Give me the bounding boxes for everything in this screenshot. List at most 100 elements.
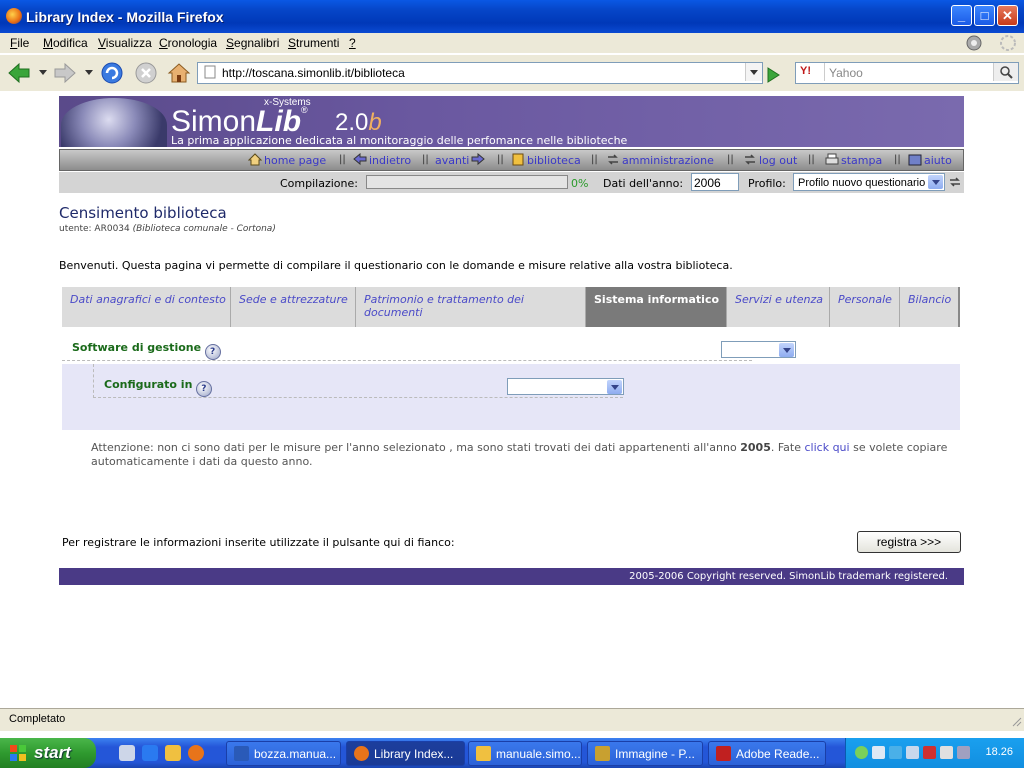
year-input[interactable]: 2006 xyxy=(691,173,739,191)
link-biblioteca[interactable]: biblioteca xyxy=(511,153,581,167)
link-aiuto[interactable]: aiuto xyxy=(908,153,952,167)
book-icon xyxy=(512,153,524,166)
back-history-dropdown-icon[interactable] xyxy=(39,70,47,76)
search-button[interactable] xyxy=(993,63,1018,81)
forward-history-dropdown-icon[interactable] xyxy=(85,70,93,76)
link-home-page[interactable]: home page xyxy=(248,153,326,167)
logout-arrows-icon xyxy=(745,154,755,165)
adobe-reader-icon xyxy=(716,746,731,761)
start-button[interactable]: start xyxy=(0,738,96,768)
copy-data-link[interactable]: click qui xyxy=(805,441,850,454)
go-arrow-icon[interactable] xyxy=(763,66,783,84)
menu-cronologia[interactable]: Cronologia xyxy=(159,36,217,50)
tab-servizi-utenza[interactable]: Servizi e utenza xyxy=(727,287,830,327)
globe-logo-icon xyxy=(61,98,167,147)
back-arrow-icon xyxy=(353,153,367,166)
firefox-icon xyxy=(354,746,369,761)
search-engine-selector[interactable]: Y! xyxy=(796,63,825,81)
search-placeholder: Yahoo xyxy=(829,66,863,80)
task-bozza[interactable]: bozza.manua... xyxy=(226,741,341,766)
menu-segnalibri[interactable]: Segnalibri xyxy=(226,36,279,50)
software-select[interactable] xyxy=(721,341,796,358)
chevron-down-icon xyxy=(779,343,794,357)
register-button[interactable]: registra >>> xyxy=(857,531,961,553)
site-navigation: home page || indietro || avanti || bibli… xyxy=(59,149,964,171)
menu-file[interactable]: File xyxy=(10,36,29,50)
start-label: start xyxy=(34,743,71,762)
reload-icon[interactable] xyxy=(99,61,125,85)
home-icon[interactable] xyxy=(166,61,192,85)
messenger-icon[interactable] xyxy=(855,746,868,759)
help-icon[interactable]: ? xyxy=(204,344,221,360)
maximize-button[interactable]: □ xyxy=(974,5,995,26)
banner-subtitle: La prima applicazione dedicata al monito… xyxy=(171,134,628,147)
home-icon xyxy=(248,153,262,166)
nav-separator: || xyxy=(339,154,346,165)
link-log-out[interactable]: log out xyxy=(743,153,797,167)
compilation-percent: 0% xyxy=(571,177,589,190)
quicklaunch-firefox-icon[interactable] xyxy=(188,745,204,761)
tab-sede-attrezzature[interactable]: Sede e attrezzature xyxy=(231,287,356,327)
configurato-label-wrap: Configurato in ? xyxy=(104,378,212,397)
task-library-index[interactable]: Library Index... xyxy=(346,741,465,766)
question-software: Software di gestione ? xyxy=(62,335,960,361)
address-bar[interactable]: http://toscana.simonlib.it/biblioteca xyxy=(197,62,763,84)
menu-visualizza[interactable]: Visualizza xyxy=(98,36,152,50)
link-stampa[interactable]: stampa xyxy=(825,153,882,167)
copyright-footer: 2005-2006 Copyright reserved. SimonLib t… xyxy=(59,568,964,585)
printer-icon xyxy=(825,153,839,165)
nav-separator: || xyxy=(497,154,504,165)
back-arrow-icon[interactable] xyxy=(6,61,32,85)
theme-icon[interactable] xyxy=(966,35,982,51)
navigation-toolbar: http://toscana.simonlib.it/biblioteca Y!… xyxy=(0,54,1024,92)
system-tray: 18.26 xyxy=(845,738,1024,768)
antivirus-icon[interactable] xyxy=(940,746,953,759)
forward-arrow-icon xyxy=(471,153,486,166)
link-avanti[interactable]: avanti xyxy=(435,153,487,167)
network-connection-icon[interactable] xyxy=(906,746,919,759)
forward-arrow-icon[interactable] xyxy=(52,61,78,85)
refresh-profile-icon[interactable] xyxy=(948,175,962,189)
status-bar: Completato xyxy=(0,708,1024,731)
help-icon[interactable]: ? xyxy=(195,381,212,397)
security-shield-icon[interactable] xyxy=(923,746,936,759)
link-amministrazione[interactable]: amministrazione xyxy=(606,153,714,167)
menu-strumenti[interactable]: Strumenti xyxy=(288,36,339,50)
network-icon[interactable] xyxy=(872,746,885,759)
volume-icon[interactable] xyxy=(957,746,970,759)
task-adobe-reader[interactable]: Adobe Reade... xyxy=(708,741,826,766)
quicklaunch-media-icon[interactable] xyxy=(165,745,181,761)
task-manuale[interactable]: manuale.simo... xyxy=(468,741,582,766)
link-indietro[interactable]: indietro xyxy=(353,153,411,167)
close-button[interactable]: ✕ xyxy=(997,5,1018,26)
tab-sistema-informatico[interactable]: Sistema informatico xyxy=(586,287,727,327)
windows-flag-icon xyxy=(10,745,26,761)
tab-personale[interactable]: Personale xyxy=(830,287,900,327)
bluetooth-icon[interactable] xyxy=(889,746,902,759)
sub-question-panel: Configurato in ? xyxy=(62,364,960,430)
address-dropdown-button[interactable] xyxy=(745,63,762,81)
nav-separator: || xyxy=(422,154,429,165)
profile-value: Profilo nuovo questionario xyxy=(798,177,926,189)
yahoo-icon: Y! xyxy=(800,65,811,77)
configurato-select[interactable] xyxy=(507,378,624,395)
page-content: x-Systems SimonLib® 2.0b La prima applic… xyxy=(0,91,1024,708)
menu-modifica[interactable]: Modifica xyxy=(43,36,88,50)
resize-grip-icon[interactable] xyxy=(1010,715,1022,727)
tab-dati-anagrafici[interactable]: Dati anagrafici e di contesto xyxy=(62,287,231,327)
address-text[interactable]: http://toscana.simonlib.it/biblioteca xyxy=(222,66,405,80)
quicklaunch-desktop-icon[interactable] xyxy=(119,745,135,761)
menu-help[interactable]: ? xyxy=(349,36,356,50)
task-immagine[interactable]: Immagine - P... xyxy=(587,741,703,766)
profile-select[interactable]: Profilo nuovo questionario xyxy=(793,173,945,191)
tab-bilancio[interactable]: Bilancio xyxy=(900,287,960,327)
admin-arrows-icon xyxy=(608,154,618,165)
quicklaunch-ie-icon[interactable] xyxy=(142,745,158,761)
tab-patrimonio[interactable]: Patrimonio e trattamento dei documenti xyxy=(356,287,586,327)
window-title-bar[interactable]: Library Index - Mozilla Firefox _ □ ✕ xyxy=(0,0,1024,33)
compilation-progress-bar xyxy=(366,175,568,189)
search-bar[interactable]: Y! Yahoo xyxy=(795,62,1019,84)
sub-divider-vertical xyxy=(93,364,94,398)
stop-icon[interactable] xyxy=(133,61,159,85)
minimize-button[interactable]: _ xyxy=(951,5,972,26)
